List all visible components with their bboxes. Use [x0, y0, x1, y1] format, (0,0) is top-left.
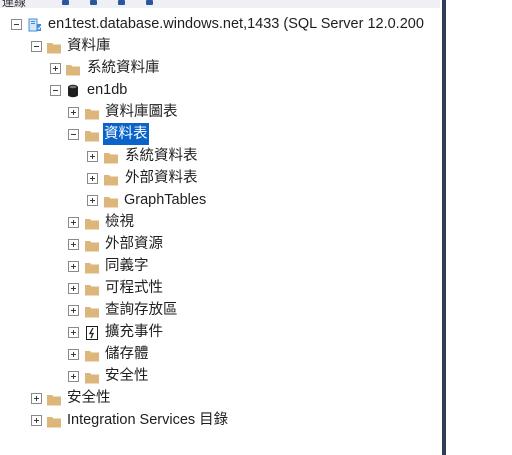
system-tables-label: 系統資料表 [125, 148, 198, 164]
security-label: 安全性 [67, 390, 111, 406]
expand-icon[interactable] [87, 173, 98, 184]
folder-icon [85, 281, 99, 296]
folder-icon [104, 171, 118, 186]
integration-services-label: Integration Services 目錄 [67, 412, 229, 428]
folder-icon [104, 149, 118, 164]
extended-events-icon [86, 325, 100, 340]
expand-icon[interactable] [68, 261, 79, 272]
folder-icon [47, 39, 61, 54]
folder-icon [85, 369, 99, 384]
folder-icon [85, 215, 99, 230]
expand-icon[interactable] [68, 239, 79, 250]
folder-icon [85, 303, 99, 318]
graph-tables-label: GraphTables [124, 192, 207, 208]
expand-icon[interactable] [68, 305, 79, 316]
programmability-label: 可程式性 [105, 280, 163, 296]
db-security-label: 安全性 [105, 368, 149, 384]
expand-icon[interactable] [68, 283, 79, 294]
storage-label: 儲存體 [105, 346, 149, 362]
database-icon [67, 83, 81, 98]
server-label: en1test.database.windows.net,1433 (SQL S… [48, 16, 424, 32]
object-explorer-tree: en1test.database.windows.net,1433 (SQL S… [0, 0, 442, 455]
folder-icon [66, 61, 80, 76]
folder-icon [85, 259, 99, 274]
expand-icon[interactable] [31, 415, 42, 426]
system-databases-label: 系統資料庫 [87, 60, 160, 76]
databases-label: 資料庫 [67, 38, 111, 54]
collapse-icon[interactable] [68, 129, 79, 140]
db-diagrams-label: 資料庫圖表 [105, 104, 178, 120]
query-store-label: 查詢存放區 [105, 302, 178, 318]
extended-events-label: 擴充事件 [105, 324, 163, 340]
expand-icon[interactable] [68, 349, 79, 360]
views-label: 檢視 [105, 214, 134, 230]
tables-label: 資料表 [103, 123, 149, 145]
folder-icon [85, 127, 99, 142]
synonyms-label: 同義字 [105, 258, 149, 274]
database-label: en1db [87, 82, 128, 98]
collapse-icon[interactable] [11, 19, 22, 30]
collapse-icon[interactable] [50, 85, 61, 96]
folder-icon [47, 391, 61, 406]
expand-icon[interactable] [31, 393, 42, 404]
expand-icon[interactable] [87, 195, 98, 206]
external-resources-label: 外部資源 [105, 236, 163, 252]
expand-icon[interactable] [68, 217, 79, 228]
folder-icon [104, 193, 118, 208]
expand-icon[interactable] [50, 63, 61, 74]
server-icon [28, 17, 42, 32]
external-tables-label: 外部資料表 [125, 170, 198, 186]
collapse-icon[interactable] [31, 41, 42, 52]
expand-icon[interactable] [87, 151, 98, 162]
editor-area [446, 0, 512, 455]
folder-icon [85, 105, 99, 120]
expand-icon[interactable] [68, 107, 79, 118]
expand-icon[interactable] [68, 371, 79, 382]
folder-icon [47, 413, 61, 428]
folder-icon [85, 347, 99, 362]
expand-icon[interactable] [68, 327, 79, 338]
folder-icon [85, 237, 99, 252]
